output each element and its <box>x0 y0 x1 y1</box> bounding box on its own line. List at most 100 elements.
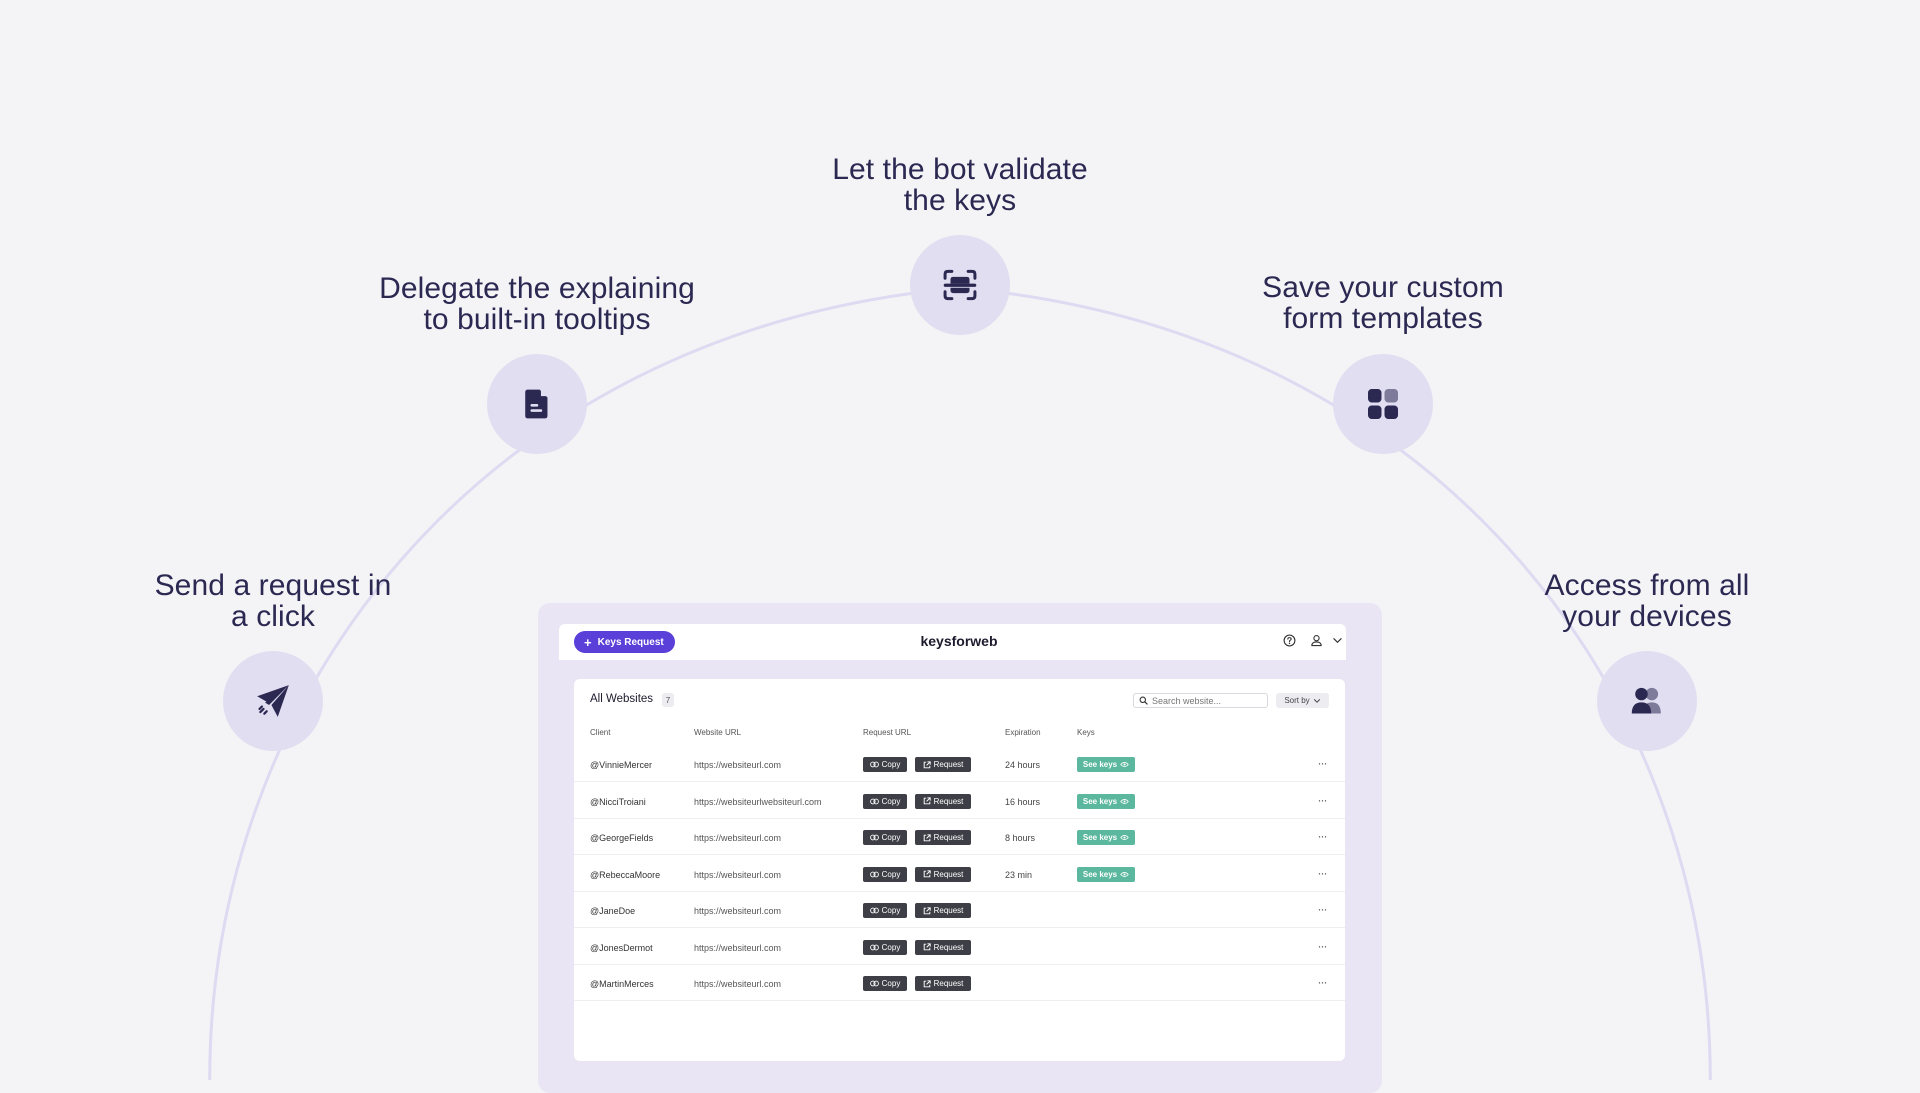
users-icon <box>1631 687 1661 714</box>
see-keys-button[interactable]: See keys <box>1077 866 1135 882</box>
request-label: Request <box>933 979 964 988</box>
request-label: Request <box>933 796 964 806</box>
see-keys-label: See keys <box>1082 869 1118 879</box>
expiration-cell: 23 min <box>1005 869 1033 880</box>
request-label: Request <box>933 942 964 952</box>
column-header-website-url: Website URL <box>694 728 741 737</box>
help-circle-icon[interactable] <box>1283 634 1296 647</box>
request-button[interactable]: Request <box>915 903 971 918</box>
sort-by-button[interactable]: Sort by <box>1276 693 1329 708</box>
external-link-icon <box>923 797 931 805</box>
see-keys-label: See keys <box>1082 833 1118 842</box>
external-link-icon <box>923 833 931 841</box>
table-row: @JonesDermot https://websiteurl.com Copy Re… <box>574 929 1345 965</box>
client-cell: @JaneDoe <box>590 906 636 916</box>
feature-title-tooltips: Delegate the explaining to built-in tool… <box>379 272 695 336</box>
scan-robot-icon <box>943 269 977 301</box>
external-link-icon <box>923 870 931 878</box>
grid-templates-icon <box>1368 389 1398 419</box>
external-link-icon <box>923 760 931 768</box>
website-url-cell: https://websiteurl.com <box>694 869 782 880</box>
more-options-button[interactable]: ··· <box>1315 792 1329 808</box>
website-url-cell: https://websiteurl.com <box>694 833 782 843</box>
feature-title-bot-validate: Let the bot validate the keys <box>832 153 1088 217</box>
website-url-cell: https://websiteurl.com <box>694 942 782 953</box>
website-url-cell: https://websiteurl.com <box>694 760 782 770</box>
see-keys-button[interactable]: See keys <box>1077 793 1135 809</box>
more-options-button[interactable]: ··· <box>1315 974 1329 990</box>
chevron-down-icon <box>1313 698 1320 703</box>
feature-circle-templates <box>1333 354 1433 454</box>
copy-label: Copy <box>881 796 901 806</box>
link-icon <box>869 871 879 877</box>
copy-button[interactable]: Copy <box>863 939 907 955</box>
client-cell: @GeorgeFields <box>590 833 654 843</box>
row-divider <box>574 1000 1345 1001</box>
search-box[interactable] <box>1133 693 1268 708</box>
request-label: Request <box>933 869 964 879</box>
copy-button[interactable]: Copy <box>863 903 907 918</box>
document-icon <box>525 389 548 419</box>
more-options-button[interactable]: ··· <box>1315 755 1329 771</box>
request-label: Request <box>933 833 964 842</box>
see-keys-label: See keys <box>1082 796 1118 806</box>
copy-label: Copy <box>881 906 901 915</box>
feature-circle-send-request <box>223 651 323 751</box>
external-link-icon <box>923 979 931 987</box>
more-options-button[interactable]: ··· <box>1315 828 1329 844</box>
more-options-button[interactable]: ··· <box>1315 901 1329 917</box>
request-button[interactable]: Request <box>915 866 971 882</box>
request-button[interactable]: Request <box>915 830 971 845</box>
link-icon <box>869 980 879 987</box>
user-icon[interactable] <box>1310 634 1323 647</box>
column-header-request-url: Request URL <box>863 728 912 737</box>
table-row: @GeorgeFields https://websiteurl.com Copy R… <box>574 819 1345 855</box>
request-button[interactable]: Request <box>915 939 971 955</box>
feature-title-templates: Save your custom form templates <box>1262 271 1504 335</box>
feature-circle-bot-validate <box>910 235 1010 335</box>
request-button[interactable]: Request <box>915 757 971 772</box>
keys-request-label: Keys Request <box>597 636 664 648</box>
copy-button[interactable]: Copy <box>863 830 907 845</box>
request-label: Request <box>933 906 964 915</box>
see-keys-button[interactable]: See keys <box>1077 830 1135 845</box>
copy-label: Copy <box>881 833 901 842</box>
see-keys-label: See keys <box>1082 760 1118 769</box>
sort-by-label: Sort by <box>1284 696 1310 705</box>
column-header-expiration: Expiration <box>1005 728 1041 737</box>
keys-request-button[interactable]: + Keys Request <box>574 631 675 653</box>
more-options-button[interactable]: ··· <box>1315 938 1329 954</box>
expiration-cell: 8 hours <box>1005 833 1036 843</box>
expiration-cell: 24 hours <box>1005 760 1041 770</box>
external-link-icon <box>923 906 931 914</box>
brand-logo: keysforweb <box>920 633 998 649</box>
copy-label: Copy <box>881 760 901 769</box>
external-link-icon <box>923 943 931 951</box>
request-label: Request <box>933 760 964 769</box>
client-cell: @NicciTroiani <box>590 796 646 807</box>
client-cell: @RebeccaMoore <box>590 869 661 880</box>
expiration-cell: 16 hours <box>1005 796 1041 807</box>
column-header-client: Client <box>590 728 611 737</box>
copy-button[interactable]: Copy <box>863 976 907 991</box>
website-count-badge: 7 <box>662 693 674 707</box>
copy-button[interactable]: Copy <box>863 866 907 882</box>
feature-title-send-request: Send a request in a click <box>154 569 392 633</box>
website-url-cell: https://websiteurl.com <box>694 906 782 916</box>
copy-label: Copy <box>881 979 901 988</box>
copy-button[interactable]: Copy <box>863 793 907 809</box>
table-row: @RebeccaMoore https://websiteurl.com Copy R… <box>574 856 1345 892</box>
search-input[interactable] <box>1148 695 1262 706</box>
link-icon <box>869 798 879 804</box>
chevron-down-icon[interactable] <box>1332 636 1343 645</box>
see-keys-button[interactable]: See keys <box>1077 757 1135 772</box>
link-icon <box>869 834 879 841</box>
copy-label: Copy <box>881 942 901 952</box>
link-icon <box>869 761 879 768</box>
request-button[interactable]: Request <box>915 976 971 991</box>
copy-button[interactable]: Copy <box>863 757 907 772</box>
request-button[interactable]: Request <box>915 793 971 809</box>
more-options-button[interactable]: ··· <box>1315 865 1329 881</box>
paper-plane-icon <box>257 685 289 717</box>
eye-icon <box>1120 871 1129 877</box>
